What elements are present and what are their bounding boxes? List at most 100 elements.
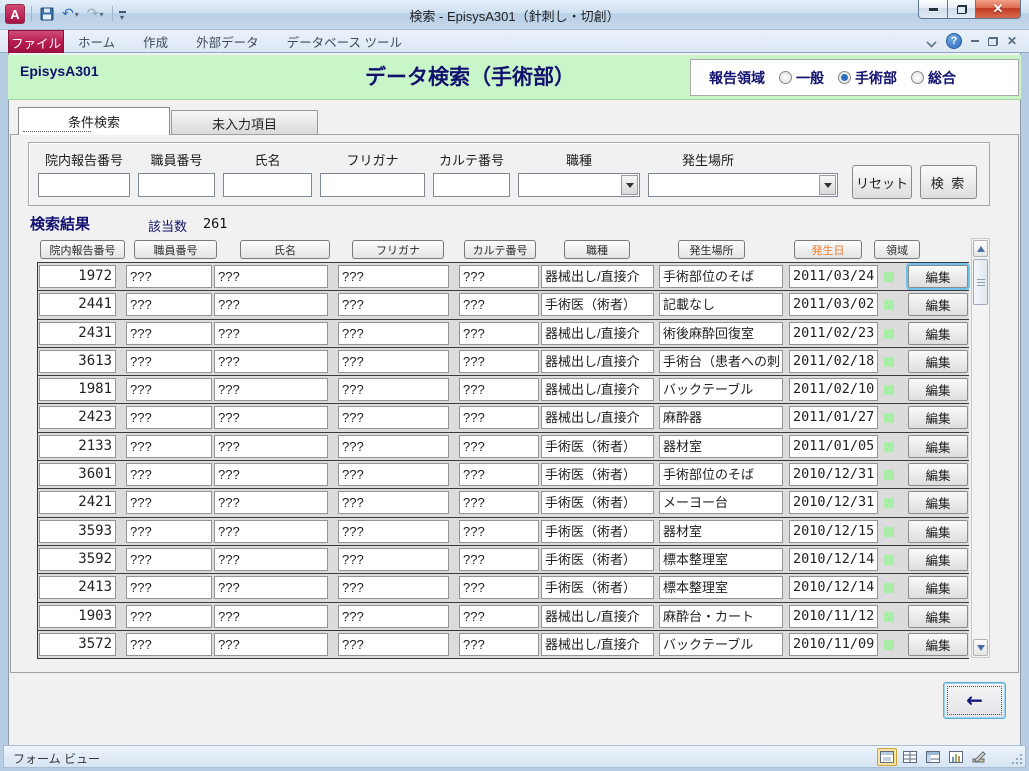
scroll-down-button[interactable] (973, 639, 988, 656)
column-sort-report-no[interactable]: 院内報告番号 (40, 240, 125, 259)
help-icon[interactable]: ? (946, 33, 962, 49)
cell-job-type: 器械出し/直接介 (541, 378, 654, 401)
edit-button[interactable]: 編集 (908, 491, 968, 514)
cell-staff-no: ??? (126, 265, 212, 288)
radio-option-total[interactable]: 総合 (911, 68, 956, 88)
vertical-scrollbar[interactable] (971, 238, 990, 658)
radio-icon (911, 71, 924, 84)
cell-staff-no: ??? (126, 322, 212, 345)
cell-date: 2011/01/05 (789, 435, 878, 458)
cell-kana: ??? (338, 548, 449, 571)
name-input[interactable] (223, 173, 312, 197)
child-close-button[interactable]: ✕ (1007, 33, 1017, 49)
restore-icon (988, 37, 998, 46)
form-view-button[interactable] (877, 748, 897, 766)
pivotchart-view-button[interactable] (946, 748, 966, 766)
edit-button[interactable]: 編集 (908, 463, 968, 486)
column-sort-kana[interactable]: フリガナ (352, 240, 444, 259)
resize-grip[interactable] (1012, 754, 1023, 765)
cell-karte-no: ??? (459, 463, 539, 486)
area-badge (884, 413, 894, 423)
radio-icon (779, 71, 792, 84)
window-controls: ✕ (918, 0, 1021, 19)
column-sort-staff-no[interactable]: 職員番号 (134, 240, 217, 259)
karte-no-input[interactable] (433, 173, 510, 197)
column-sort-date[interactable]: 発生日 (794, 240, 862, 259)
restore-button[interactable] (947, 0, 975, 19)
cell-report-no: 2133 (39, 435, 116, 458)
column-sort-place[interactable]: 発生場所 (678, 240, 745, 259)
scrollbar-thumb[interactable] (973, 259, 988, 305)
tab-condition-search[interactable]: 条件検索 (18, 107, 170, 135)
cell-karte-no: ??? (459, 406, 539, 429)
edit-button[interactable]: 編集 (908, 406, 968, 429)
ribbon-tab-home[interactable]: ホーム (64, 30, 129, 53)
edit-button[interactable]: 編集 (908, 576, 968, 599)
tab-unentered-items[interactable]: 未入力項目 (171, 110, 318, 135)
radio-option-general[interactable]: 一般 (779, 68, 824, 88)
expand-ribbon-icon[interactable] (927, 38, 937, 44)
radio-option-surgery[interactable]: 手術部 (838, 68, 897, 88)
datasheet-view-button[interactable] (900, 748, 920, 766)
cell-kana: ??? (338, 265, 449, 288)
edit-button[interactable]: 編集 (908, 520, 968, 543)
ribbon-tab-database-tools[interactable]: データベース ツール (273, 30, 416, 53)
cell-karte-no: ??? (459, 548, 539, 571)
arrow-up-icon (977, 246, 985, 252)
edit-button[interactable]: 編集 (908, 605, 968, 628)
cell-name: ??? (214, 378, 328, 401)
place-combobox[interactable] (648, 173, 838, 197)
cell-report-no: 2413 (39, 576, 116, 599)
reset-button[interactable]: リセット (852, 165, 912, 199)
access-window: A ↶▾ ↷▾ ▾ 検索 - EpisysA301（針刺し・切創） ✕ (0, 0, 1029, 771)
table-row: 2423 ??? ??? ??? ??? 器械出し/直接介 麻酔器 2011/0… (38, 404, 969, 432)
ribbon-tab-create[interactable]: 作成 (129, 30, 182, 53)
edit-button[interactable]: 編集 (908, 435, 968, 458)
column-sort-job-type[interactable]: 職種 (564, 240, 630, 259)
close-button[interactable]: ✕ (975, 0, 1021, 19)
cell-name: ??? (214, 265, 328, 288)
cell-name: ??? (214, 322, 328, 345)
column-sort-name[interactable]: 氏名 (240, 240, 330, 259)
job-type-combobox[interactable] (518, 173, 640, 197)
cell-date: 2010/11/09 (789, 633, 878, 656)
edit-button[interactable]: 編集 (908, 322, 968, 345)
kana-input[interactable] (320, 173, 425, 197)
design-view-button[interactable] (969, 748, 989, 766)
cell-kana: ??? (338, 322, 449, 345)
edit-button[interactable]: 編集 (908, 548, 968, 571)
cell-job-type: 器械出し/直接介 (541, 633, 654, 656)
edit-button[interactable]: 編集 (908, 293, 968, 316)
titlebar: A ↶▾ ↷▾ ▾ 検索 - EpisysA301（針刺し・切創） ✕ (0, 0, 1029, 30)
minimize-button[interactable] (918, 0, 947, 19)
close-icon: ✕ (993, 1, 1004, 17)
report-no-input[interactable] (38, 173, 130, 197)
pivottable-view-button[interactable] (923, 748, 943, 766)
page-title: データ検索（手術部） (340, 61, 600, 91)
child-restore-button[interactable] (988, 33, 998, 49)
scroll-up-button[interactable] (973, 240, 988, 257)
dropdown-arrow-icon[interactable] (819, 175, 836, 195)
ribbon-tab-external-data[interactable]: 外部データ (182, 30, 273, 53)
cell-date: 2010/12/31 (789, 491, 878, 514)
table-row: 2441 ??? ??? ??? ??? 手術医（術者） 記載なし 2011/0… (38, 291, 969, 319)
cell-staff-no: ??? (126, 548, 212, 571)
column-sort-area[interactable]: 領域 (874, 240, 920, 259)
cell-name: ??? (214, 633, 328, 656)
edit-button[interactable]: 編集 (908, 350, 968, 373)
edit-button[interactable]: 編集 (908, 265, 968, 288)
cell-report-no: 1903 (39, 605, 116, 628)
cell-name: ??? (214, 605, 328, 628)
back-button[interactable]: ← (943, 682, 1006, 719)
area-badge (884, 470, 894, 480)
staff-no-input[interactable] (138, 173, 215, 197)
cell-job-type: 手術医（術者） (541, 548, 654, 571)
child-minimize-button[interactable] (971, 33, 979, 49)
column-sort-karte-no[interactable]: カルテ番号 (464, 240, 536, 259)
search-button[interactable]: 検 索 (920, 165, 977, 199)
edit-button[interactable]: 編集 (908, 633, 968, 656)
design-view-icon (972, 751, 986, 763)
dropdown-arrow-icon[interactable] (621, 175, 638, 195)
ribbon-tab-file[interactable]: ファイル (8, 30, 64, 53)
edit-button[interactable]: 編集 (908, 378, 968, 401)
